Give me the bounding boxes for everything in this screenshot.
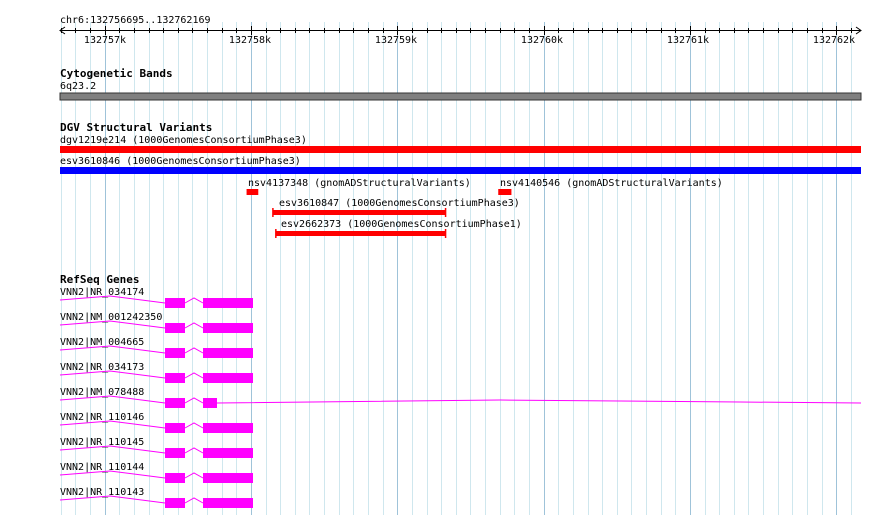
ruler-tick-label: 132758k xyxy=(228,35,272,46)
cytoband-label: 6q23.2 xyxy=(60,81,97,92)
variant-label[interactable]: esv3610847 (1000GenomesConsortiumPhase3) xyxy=(279,198,520,209)
variant-label[interactable]: dgv1219e214 (1000GenomesConsortiumPhase3… xyxy=(60,135,307,146)
variant-label[interactable]: esv3610846 (1000GenomesConsortiumPhase3) xyxy=(60,156,301,167)
transcript-label[interactable]: VNN2|NR_034173 xyxy=(60,362,144,373)
track-title-cytoband[interactable]: Cytogenetic Bands xyxy=(60,68,173,80)
track-title-dgv[interactable]: DGV Structural Variants xyxy=(60,122,212,134)
ruler-tick-label: 132760k xyxy=(520,35,564,46)
transcript-label[interactable]: VNN2|NR_110145 xyxy=(60,437,144,448)
transcript-label[interactable]: VNN2|NR_110144 xyxy=(60,462,144,473)
ruler-tick-label: 132762k xyxy=(812,35,856,46)
transcript-label[interactable]: VNN2|NR_110143 xyxy=(60,487,144,498)
coordinate-label: chr6:132756695..132762169 xyxy=(60,15,211,26)
transcript-label[interactable]: VNN2|NR_034174 xyxy=(60,287,144,298)
track-title-refseq[interactable]: RefSeq Genes xyxy=(60,274,139,286)
ruler-tick-label: 132761k xyxy=(666,35,710,46)
transcript-label[interactable]: VNN2|NR_110146 xyxy=(60,412,144,423)
ruler-tick-label: 132757k xyxy=(83,35,127,46)
transcript-label[interactable]: VNN2|NM_001242350 xyxy=(60,312,162,323)
variant-label[interactable]: nsv4137348 (gnomADStructuralVariants) xyxy=(248,178,471,189)
ruler-tick-label: 132759k xyxy=(374,35,418,46)
variant-label[interactable]: nsv4140546 (gnomADStructuralVariants) xyxy=(500,178,723,189)
transcript-label[interactable]: VNN2|NM_078488 xyxy=(60,387,144,398)
variant-label[interactable]: esv2662373 (1000GenomesConsortiumPhase1) xyxy=(281,219,522,230)
transcript-label[interactable]: VNN2|NM_004665 xyxy=(60,337,144,348)
